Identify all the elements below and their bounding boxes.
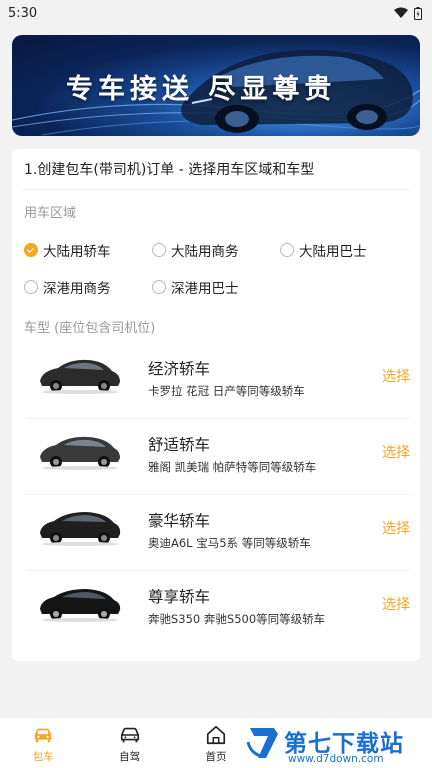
step-title: 1.创建包车(带司机)订单 - 选择用车区域和车型: [24, 162, 315, 178]
radio-checked-icon: [24, 243, 38, 257]
region-option-shenzhen-hk-business[interactable]: 深港用商务: [24, 277, 111, 297]
order-card: 1.创建包车(带司机)订单 - 选择用车区域和车型 用车区域 大陆用轿车 大陆用…: [12, 149, 420, 661]
radio-unchecked-icon: [280, 243, 294, 257]
region-option-label: 大陆用商务: [171, 244, 239, 260]
watermark-url: www.d7down.com: [288, 753, 384, 765]
promo-banner[interactable]: 专车接送 尽显尊贵: [12, 35, 420, 136]
watermark-logo: [246, 728, 278, 758]
car-image-comfort: [40, 436, 120, 470]
home-icon: [206, 725, 226, 745]
car-option-premium[interactable]: 尊享轿车 奔驰S350 奔驰S500等同等级轿车 选择: [26, 571, 410, 647]
divider: [22, 189, 410, 190]
car-name: 尊享轿车: [148, 588, 211, 606]
region-option-label: 大陆用巴士: [299, 244, 367, 260]
car-image-premium: [40, 589, 121, 622]
region-option-label: 深港用巴士: [171, 281, 239, 297]
region-option-mainland-sedan[interactable]: 大陆用轿车: [24, 240, 111, 260]
tab-label: 自驾: [119, 751, 141, 763]
car-description: 奥迪A6L 宝马5系 等同等级轿车: [148, 536, 311, 550]
radio-unchecked-icon: [152, 280, 166, 294]
select-button[interactable]: 选择: [382, 594, 410, 614]
watermark: 第七下载站 www.d7down.com: [240, 720, 432, 768]
region-option-label: 深港用商务: [43, 281, 111, 297]
tab-label: 首页: [205, 751, 227, 763]
car-option-luxury[interactable]: 豪华轿车 奥迪A6L 宝马5系 等同等级轿车 选择: [26, 495, 410, 571]
region-option-mainland-bus[interactable]: 大陆用巴士: [280, 240, 367, 260]
status-icons: [394, 6, 422, 20]
select-button[interactable]: 选择: [382, 442, 410, 462]
status-time: 5:30: [8, 5, 38, 21]
car-image-luxury: [40, 512, 121, 546]
car-name: 舒适轿车: [148, 436, 211, 454]
radio-unchecked-icon: [152, 243, 166, 257]
car-front-icon: [120, 727, 139, 743]
select-button[interactable]: 选择: [382, 366, 410, 386]
radio-unchecked-icon: [24, 280, 38, 294]
banner-slogan: 专车接送 尽显尊贵: [66, 74, 337, 105]
tab-label: 包车: [32, 751, 54, 763]
car-description: 奔驰S350 奔驰S500等同等级轿车: [148, 612, 326, 626]
region-option-mainland-business[interactable]: 大陆用商务: [152, 240, 239, 260]
tab-charter[interactable]: 包车: [0, 718, 86, 768]
car-description: 雅阁 凯美瑞 帕萨特等同等级轿车: [148, 460, 317, 474]
status-bar: 5:30: [0, 0, 432, 26]
car-name: 豪华轿车: [148, 512, 211, 530]
car-option-comfort[interactable]: 舒适轿车 雅阁 凯美瑞 帕萨特等同等级轿车 选择: [26, 419, 410, 495]
region-option-shenzhen-hk-bus[interactable]: 深港用巴士: [152, 277, 239, 297]
car-name: 经济轿车: [148, 360, 211, 378]
tab-self-drive[interactable]: 自驾: [86, 718, 172, 768]
car-type-label: 车型 (座位包含司机位): [24, 321, 156, 336]
region-label: 用车区域: [24, 206, 77, 221]
select-button[interactable]: 选择: [382, 518, 410, 538]
car-option-economy[interactable]: 经济轿车 卡罗拉 花冠 日产等同等级轿车 选择: [26, 343, 410, 419]
wifi-icon: [394, 7, 408, 18]
region-option-label: 大陆用轿车: [43, 244, 111, 260]
battery-icon: [414, 6, 422, 20]
car-image-economy: [40, 359, 120, 394]
car-icon: [34, 728, 52, 743]
car-description: 卡罗拉 花冠 日产等同等级轿车: [148, 384, 305, 398]
